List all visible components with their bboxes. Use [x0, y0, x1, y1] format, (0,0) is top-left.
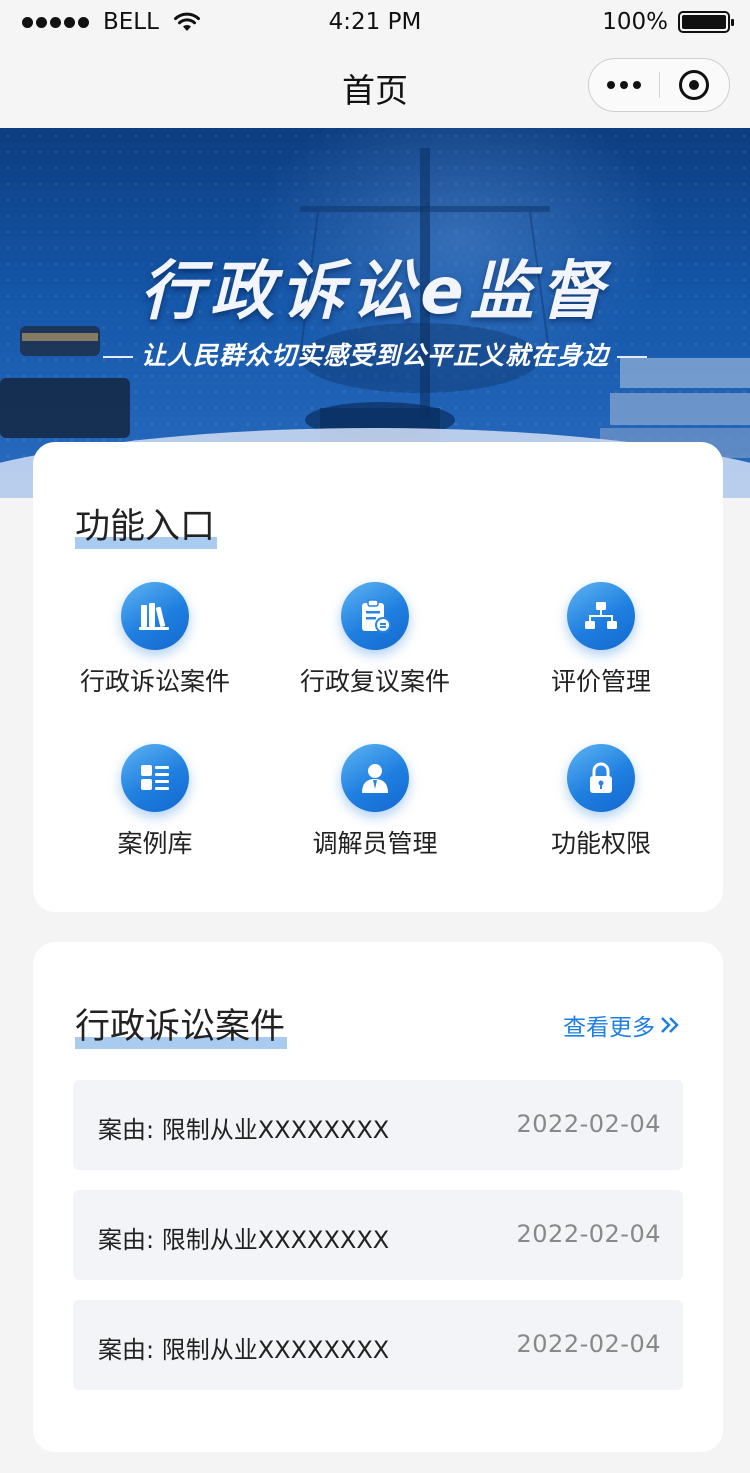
function-label: 案例库	[117, 829, 193, 858]
function-item-admin-litigation[interactable]: 行政诉讼案件	[45, 582, 265, 698]
view-more-link[interactable]: 查看更多	[563, 1008, 681, 1042]
function-item-admin-review[interactable]: 行政复议案件	[265, 582, 485, 698]
banner-subtitle: 让人民群众切实感受到公平正义就在身边	[140, 341, 609, 370]
case-row[interactable]: 案由: 限制从业XXXXXXXX 2022-02-04	[73, 1190, 683, 1280]
function-label: 调解员管理	[312, 829, 438, 858]
function-label: 行政诉讼案件	[79, 667, 230, 696]
function-label: 评价管理	[550, 667, 651, 696]
function-item-evaluation[interactable]: 评价管理	[491, 582, 711, 698]
function-section-title: 功能入口	[75, 498, 218, 549]
capsule-divider	[659, 72, 660, 98]
banner-title: 行政诉讼e监督	[140, 255, 610, 329]
function-item-mediator[interactable]: 调解员管理	[265, 744, 485, 860]
hierarchy-icon	[567, 582, 635, 650]
function-entry-card: 功能入口 行政诉讼案件 行政复议案件 评价管理 案例库 调解员管理 功能权限	[33, 442, 723, 912]
nav-bar: 首页	[0, 44, 750, 128]
case-date: 2022-02-04	[516, 1220, 661, 1248]
status-bar: BELL 4:21 PM 100%	[0, 0, 750, 44]
case-reason: 案由: 限制从业XXXXXXXX	[98, 1226, 390, 1254]
case-row[interactable]: 案由: 限制从业XXXXXXXX 2022-02-04	[73, 1300, 683, 1390]
battery-percent: 100%	[602, 9, 668, 35]
lock-icon	[567, 744, 635, 812]
case-date: 2022-02-04	[516, 1330, 661, 1358]
battery-icon	[678, 11, 734, 33]
function-label: 功能权限	[550, 829, 651, 858]
page: BELL 4:21 PM 100% 首页 行政诉讼e监督 让人民群众切实感受到公…	[0, 0, 750, 1473]
double-chevron-right-icon	[659, 1015, 681, 1035]
function-item-permissions[interactable]: 功能权限	[491, 744, 711, 860]
case-row[interactable]: 案由: 限制从业XXXXXXXX 2022-02-04	[73, 1080, 683, 1170]
user-icon	[341, 744, 409, 812]
list-icon	[121, 744, 189, 812]
view-more-label: 查看更多	[563, 1015, 655, 1041]
cases-section-title: 行政诉讼案件	[75, 998, 288, 1049]
function-label: 行政复议案件	[299, 667, 450, 696]
case-date: 2022-02-04	[516, 1110, 661, 1138]
books-icon	[121, 582, 189, 650]
mini-program-capsule	[588, 58, 730, 112]
more-options-button[interactable]	[589, 59, 659, 111]
function-item-case-library[interactable]: 案例库	[45, 744, 265, 860]
clipboard-icon	[341, 582, 409, 650]
litigation-cases-card: 行政诉讼案件 查看更多 案由: 限制从业XXXXXXXX 2022-02-04 …	[33, 942, 723, 1452]
close-target-button[interactable]	[679, 70, 709, 100]
banner-subtitle-wrap: 让人民群众切实感受到公平正义就在身边	[0, 336, 750, 372]
case-reason: 案由: 限制从业XXXXXXXX	[98, 1336, 390, 1364]
case-reason: 案由: 限制从业XXXXXXXX	[98, 1116, 390, 1144]
